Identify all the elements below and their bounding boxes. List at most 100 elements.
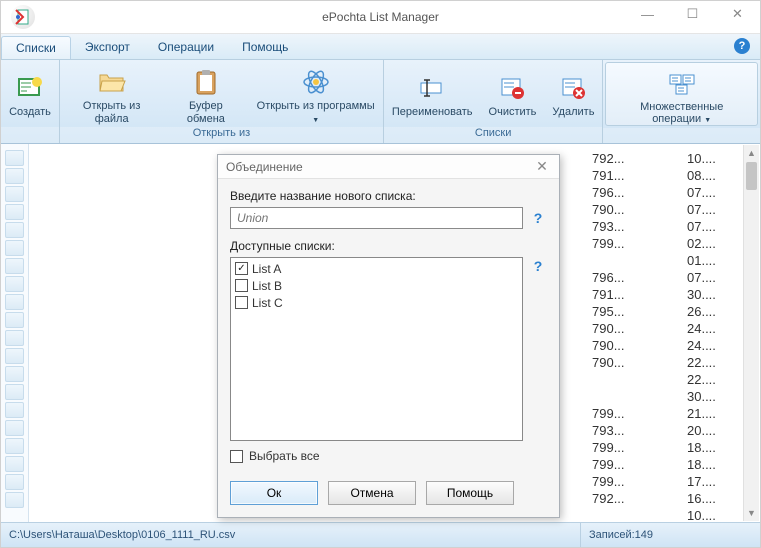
help-icon[interactable]: ?: [734, 38, 750, 54]
group-multi: Множественные операции ▼: [603, 60, 760, 143]
cell-a: 793...: [592, 218, 647, 235]
cell-b: 21....: [687, 405, 742, 422]
cell-b: 22....: [687, 371, 742, 388]
multi-ops-button[interactable]: Множественные операции ▼: [605, 62, 758, 126]
cell-a: [592, 371, 647, 388]
cell-a: 792...: [592, 490, 647, 507]
list-item[interactable]: List C: [235, 294, 518, 311]
ok-button[interactable]: Ок: [230, 481, 318, 505]
delete-button[interactable]: Удалить: [544, 68, 602, 118]
cell-a: 791...: [592, 167, 647, 184]
close-button[interactable]: ✕: [715, 1, 760, 27]
cell-a: 795...: [592, 303, 647, 320]
cell-b: 10....: [687, 150, 742, 167]
rename-icon: [416, 72, 448, 104]
cell-b: 01....: [687, 252, 742, 269]
help-hint-icon[interactable]: ?: [529, 209, 547, 227]
table-row: 792...10....: [592, 150, 742, 167]
clipboard-icon: [190, 66, 222, 98]
rename-button[interactable]: Переименовать: [384, 68, 481, 118]
help-button[interactable]: Помощь: [426, 481, 514, 505]
table-row: 799... 21....: [592, 405, 742, 422]
list-item-checkbox[interactable]: [235, 279, 248, 292]
cell-a: [592, 388, 647, 405]
table-row: 10....: [592, 507, 742, 524]
table-row: 790...24....: [592, 320, 742, 337]
open-from-program-button[interactable]: Открыть из программы ▼: [248, 62, 382, 124]
list-item[interactable]: List A: [235, 260, 518, 277]
table-row: 790...24....: [592, 337, 742, 354]
table-row: 799...18....: [592, 456, 742, 473]
cell-a: 791...: [592, 286, 647, 303]
prompt-label: Введите название нового списка:: [230, 189, 547, 203]
cell-b: 20....: [687, 422, 742, 439]
vertical-scrollbar[interactable]: ▲ ▼: [743, 145, 759, 521]
tab-export[interactable]: Экспорт: [71, 34, 144, 59]
cell-b: 24....: [687, 320, 742, 337]
scroll-down-icon[interactable]: ▼: [744, 505, 759, 521]
tab-help[interactable]: Помощь: [228, 34, 302, 59]
tab-operations[interactable]: Операции: [144, 34, 228, 59]
minimize-button[interactable]: —: [625, 1, 670, 27]
folder-icon: [96, 66, 128, 98]
cell-a: 799...: [592, 405, 647, 422]
cell-a: 796...: [592, 184, 647, 201]
table-row: 30....: [592, 388, 742, 405]
status-record-count: Записей:149: [580, 523, 760, 547]
dialog-title: Объединение: [226, 160, 303, 174]
table-row: 796...07....: [592, 269, 742, 286]
table-row: 799...18....: [592, 439, 742, 456]
table-row: 01....: [592, 252, 742, 269]
cell-b: 08....: [687, 167, 742, 184]
list-item-checkbox[interactable]: [235, 262, 248, 275]
cell-b: 22....: [687, 354, 742, 371]
available-lists-box[interactable]: List A List BList C: [230, 257, 523, 441]
cell-b: 07....: [687, 218, 742, 235]
cell-b: 07....: [687, 184, 742, 201]
tab-lists[interactable]: Списки: [1, 36, 71, 59]
table-row: 790...22....: [592, 354, 742, 371]
scroll-up-icon[interactable]: ▲: [744, 145, 759, 161]
list-item[interactable]: List B: [235, 277, 518, 294]
list-panel: [1, 144, 29, 522]
select-all-label: Выбрать все: [249, 449, 320, 463]
cell-b: 18....: [687, 439, 742, 456]
select-all-checkbox[interactable]: [230, 450, 243, 463]
menu-tabs: Списки Экспорт Операции Помощь ?: [1, 34, 760, 60]
new-list-icon: [14, 72, 46, 104]
open-from-clipboard-button[interactable]: Буфер обмена: [163, 62, 248, 124]
cell-b: 30....: [687, 388, 742, 405]
cell-b: 07....: [687, 269, 742, 286]
list-item-label: List B: [252, 279, 282, 293]
cell-b: 02....: [687, 235, 742, 252]
table-row: 790...07....: [592, 201, 742, 218]
group-list-ops: Переименовать Очистить Удалить Списки: [384, 60, 604, 143]
list-name-input[interactable]: [230, 207, 523, 229]
help-hint-icon[interactable]: ?: [529, 257, 547, 275]
delete-icon: [557, 72, 589, 104]
window-controls: — ☐ ✕: [625, 1, 760, 27]
table-row: 795...26....: [592, 303, 742, 320]
table-row: 799...17....: [592, 473, 742, 490]
cancel-button[interactable]: Отмена: [328, 481, 416, 505]
available-label: Доступные списки:: [230, 239, 547, 253]
cell-b: 30....: [687, 286, 742, 303]
cell-b: 24....: [687, 337, 742, 354]
group-open: Открыть из файла Буфер обмена Открыть из…: [60, 60, 384, 143]
cell-b: 07....: [687, 201, 742, 218]
cell-b: 18....: [687, 456, 742, 473]
titlebar: ePochta List Manager — ☐ ✕: [1, 1, 760, 34]
scroll-thumb[interactable]: [746, 162, 757, 190]
clear-button[interactable]: Очистить: [481, 68, 545, 118]
open-from-file-button[interactable]: Открыть из файла: [60, 62, 163, 124]
union-dialog: Объединение ✕ Введите название нового сп…: [217, 154, 560, 518]
cell-a: [592, 252, 647, 269]
ribbon: Создать Открыть из файла Буфер обмена: [1, 60, 760, 144]
dialog-close-icon[interactable]: ✕: [533, 158, 551, 176]
list-item-checkbox[interactable]: [235, 296, 248, 309]
table-row: 799...02....: [592, 235, 742, 252]
cell-a: 799...: [592, 473, 647, 490]
maximize-button[interactable]: ☐: [670, 1, 715, 27]
table-row: 22....: [592, 371, 742, 388]
create-button[interactable]: Создать: [1, 68, 59, 118]
